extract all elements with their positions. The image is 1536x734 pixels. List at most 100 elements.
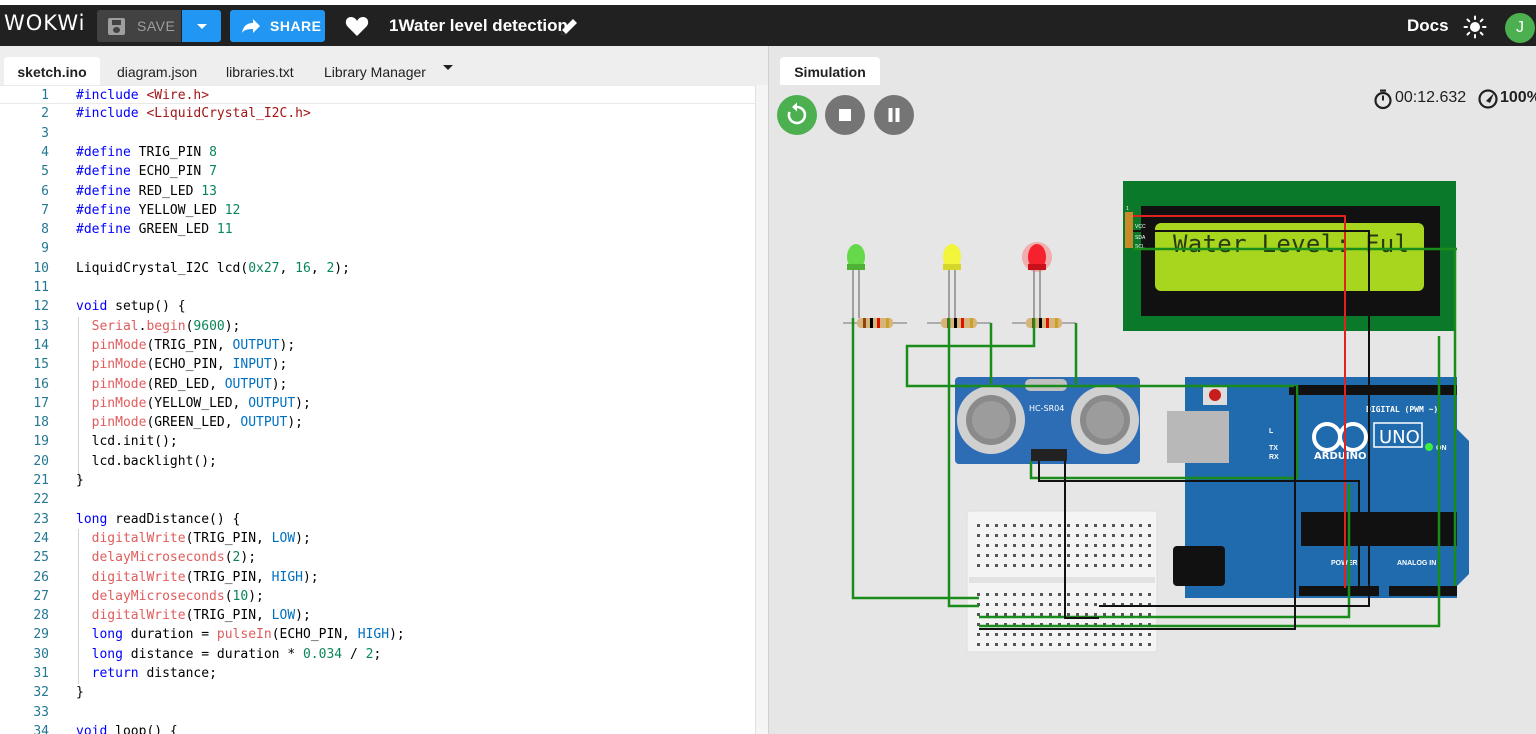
- line-source: }: [76, 683, 84, 702]
- code-line[interactable]: 14 pinMode(TRIG_PIN, OUTPUT);: [0, 336, 755, 355]
- green-led[interactable]: [847, 244, 865, 318]
- line-number: 24: [33, 530, 49, 546]
- code-token: return: [91, 666, 147, 681]
- tab-diagram-json[interactable]: diagram.json: [117, 57, 197, 85]
- tab-sketch-ino[interactable]: sketch.ino: [4, 57, 100, 85]
- code-line[interactable]: 6 #define RED_LED 13: [0, 182, 755, 201]
- code-line[interactable]: 16 pinMode(RED_LED, OUTPUT);: [0, 375, 755, 394]
- yellow-led[interactable]: [943, 244, 961, 318]
- code-line[interactable]: 31 return distance;: [0, 664, 755, 683]
- code-token: (RED_LED,: [146, 376, 225, 392]
- code-line[interactable]: 34 void loop() {: [0, 722, 755, 734]
- save-options-dropdown[interactable]: [182, 10, 221, 42]
- code-line[interactable]: 4 #define TRIG_PIN 8: [0, 143, 755, 162]
- code-editor[interactable]: 1 #include <Wire.h> 2 #include <LiquidCryst…: [0, 85, 755, 734]
- code-token: (TRIG_PIN,: [185, 569, 272, 585]
- line-number: 22: [33, 492, 49, 508]
- code-token: );: [334, 260, 350, 276]
- code-token: /: [342, 646, 366, 662]
- code-line[interactable]: 30 long distance = duration * 0.034 / 2;: [0, 645, 755, 664]
- ultrasonic-sensor[interactable]: HC-SR04: [955, 377, 1140, 464]
- code-line[interactable]: 11: [0, 278, 755, 297]
- code-line[interactable]: 5 #define ECHO_PIN 7: [0, 162, 755, 181]
- code-token: delayMicroseconds: [91, 550, 225, 566]
- code-token: lcd.init();: [76, 434, 178, 450]
- code-line[interactable]: 29 long duration = pulseIn(ECHO_PIN, HIG…: [0, 625, 755, 644]
- code-line[interactable]: 33: [0, 703, 755, 722]
- code-token: OUTPUT: [248, 395, 296, 411]
- code-line[interactable]: 24 digitalWrite(TRIG_PIN, LOW);: [0, 529, 755, 548]
- code-line[interactable]: 1 #include <Wire.h>: [0, 85, 755, 105]
- code-line[interactable]: 12 void setup() {: [0, 297, 755, 316]
- line-source: #define ECHO_PIN 7: [76, 162, 217, 181]
- line-source: #include <LiquidCrystal_I2C.h>: [76, 104, 311, 123]
- code-line[interactable]: 28 digitalWrite(TRIG_PIN, LOW);: [0, 606, 755, 625]
- code-token: 11: [216, 222, 233, 238]
- code-line[interactable]: 20 lcd.backlight();: [0, 452, 755, 471]
- code-token: HIGH: [271, 569, 303, 585]
- code-token: long: [76, 511, 116, 527]
- heart-icon[interactable]: [345, 15, 369, 37]
- wokwi-logo[interactable]: WOKWi: [4, 11, 85, 35]
- code-token: 9600: [193, 318, 225, 334]
- editor-scrollbar[interactable]: [755, 85, 768, 734]
- lcd-display[interactable]: Water Level: Ful 1 VCC SDA SCL: [1123, 181, 1456, 331]
- code-line[interactable]: 10 LiquidCrystal_I2C lcd(0x27, 16, 2);: [0, 259, 755, 278]
- code-token: );: [279, 337, 296, 353]
- code-line[interactable]: 15 pinMode(ECHO_PIN, INPUT);: [0, 355, 755, 374]
- code-token: pulseIn: [216, 627, 272, 643]
- line-source: #define YELLOW_LED 12: [76, 201, 240, 220]
- app-header: WOKWi SAVE SHARE 1Water level detection …: [0, 5, 1536, 46]
- sun-icon[interactable]: [1463, 15, 1487, 39]
- code-line[interactable]: 13 Serial.begin(9600);: [0, 317, 755, 336]
- line-number: 10: [33, 260, 49, 276]
- code-line[interactable]: 25 delayMicroseconds(2);: [0, 548, 755, 567]
- code-line[interactable]: 8 #define GREEN_LED 11: [0, 220, 755, 239]
- code-token: #define: [76, 202, 139, 218]
- code-line[interactable]: 23 long readDistance() {: [0, 510, 755, 529]
- line-source: long distance = duration * 0.034 / 2;: [76, 645, 382, 664]
- share-button[interactable]: SHARE: [230, 10, 325, 42]
- line-number: 5: [41, 164, 49, 180]
- docs-link[interactable]: Docs: [1407, 16, 1449, 36]
- red-led[interactable]: [1022, 242, 1052, 318]
- code-line[interactable]: 2 #include <LiquidCrystal_I2C.h>: [0, 104, 755, 123]
- code-token: #define: [76, 144, 139, 160]
- tab-libraries-txt[interactable]: libraries.txt: [226, 57, 294, 85]
- project-title[interactable]: 1Water level detection: [389, 16, 568, 36]
- code-line[interactable]: 17 pinMode(YELLOW_LED, OUTPUT);: [0, 394, 755, 413]
- pencil-icon[interactable]: [559, 17, 579, 37]
- save-button[interactable]: SAVE: [97, 10, 181, 42]
- code-line[interactable]: 3: [0, 124, 755, 143]
- code-line[interactable]: 27 delayMicroseconds(10);: [0, 587, 755, 606]
- code-token: (TRIG_PIN,: [185, 608, 272, 624]
- code-line[interactable]: 9: [0, 239, 755, 258]
- user-avatar[interactable]: J: [1505, 13, 1535, 43]
- arduino-uno-board[interactable]: DIGITAL (PWM ~) ARDUINO UNO TX RX L ON P…: [1167, 377, 1469, 598]
- tab-menu-caret-icon[interactable]: [443, 65, 453, 70]
- code-token: ,: [279, 260, 296, 276]
- code-line[interactable]: 21}: [0, 471, 755, 490]
- code-token: void: [76, 723, 116, 734]
- circuit-canvas[interactable]: Water Level: Ful 1 VCC SDA SCL HC-SR04 D…: [769, 46, 1536, 734]
- code-line[interactable]: 7 #define YELLOW_LED 12: [0, 201, 755, 220]
- code-line[interactable]: 19 lcd.init();: [0, 432, 755, 451]
- code-line[interactable]: 26 digitalWrite(TRIG_PIN, HIGH);: [0, 568, 755, 587]
- code-token: );: [271, 357, 288, 373]
- code-token: ECHO_PIN: [138, 164, 210, 180]
- code-token: );: [224, 318, 241, 334]
- code-line[interactable]: 18 pinMode(GREEN_LED, OUTPUT);: [0, 413, 755, 432]
- line-number: 15: [33, 357, 49, 373]
- line-number: 27: [33, 588, 49, 604]
- breadboard[interactable]: [966, 510, 1158, 653]
- simulation-pane: Simulation 00:12.632 100% Water: [768, 46, 1536, 734]
- resistor-yellow[interactable]: [927, 318, 991, 328]
- resistor-red[interactable]: [1012, 318, 1076, 328]
- line-number: 20: [33, 453, 49, 469]
- code-line[interactable]: 32}: [0, 683, 755, 702]
- code-token: ,: [310, 260, 327, 276]
- tab-library-manager[interactable]: Library Manager: [324, 57, 426, 85]
- code-line[interactable]: 22: [0, 490, 755, 509]
